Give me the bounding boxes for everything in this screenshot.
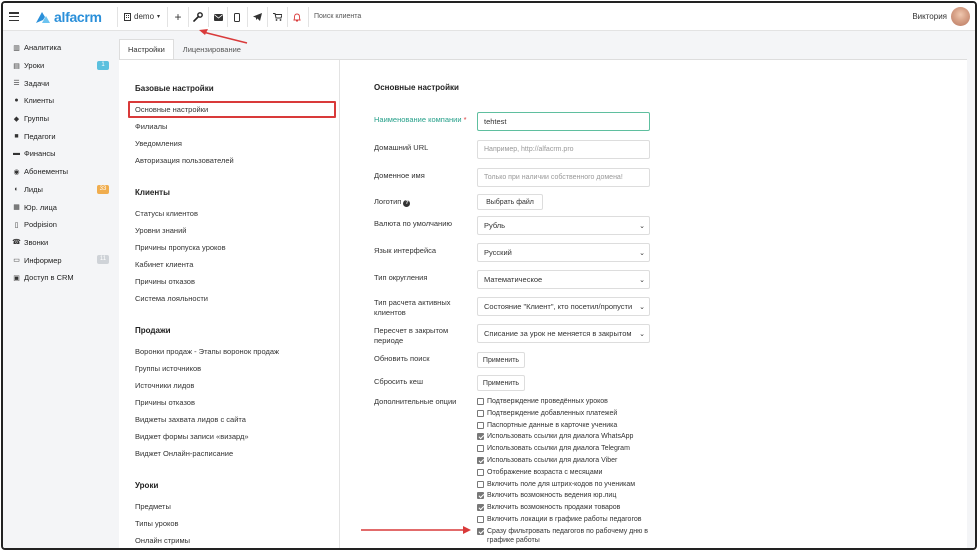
annotation-arrows — [199, 29, 471, 534]
app-window: alfacrm demo ▾ + Поиск клиента Виктория … — [1, 1, 977, 550]
